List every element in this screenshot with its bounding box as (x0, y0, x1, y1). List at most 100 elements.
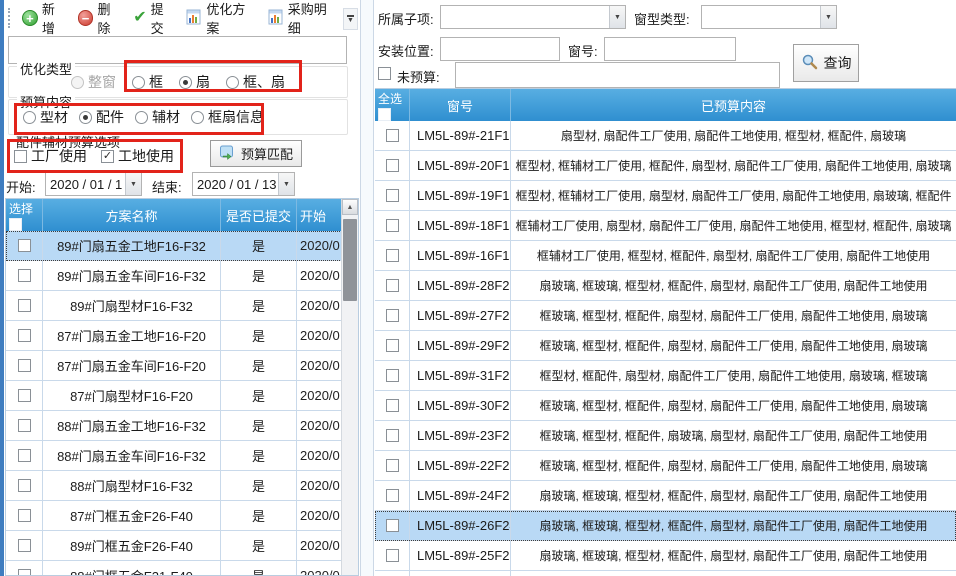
budget-content-radio[interactable]: 辅材 (135, 107, 180, 127)
optimize-type-radio[interactable]: 扇 (179, 72, 210, 92)
panel-splitter[interactable] (360, 0, 374, 576)
window-row[interactable]: LM5L-89#-27F25 框玻璃, 框型材, 框配件, 扇型材, 扇配件工厂… (375, 301, 956, 331)
plan-row[interactable]: 88#门扇型材F16-F32 是 2020/0 (6, 471, 358, 501)
row-checkbox[interactable] (386, 309, 399, 322)
row-checkbox[interactable] (18, 569, 31, 576)
row-checkbox[interactable] (386, 519, 399, 532)
window-row[interactable]: LM5L-89#-19F17 框型材, 框辅材工厂使用, 扇型材, 扇配件工厂使… (375, 181, 956, 211)
window-row[interactable]: LM5L-89#-22F20 框玻璃, 框型材, 框配件, 扇型材, 扇配件工厂… (375, 451, 956, 481)
scroll-thumb[interactable] (343, 219, 357, 301)
optimize-plan-button[interactable]: 优化方案 (181, 0, 262, 40)
window-row[interactable]: LM5L-89#-30F28 框玻璃, 框型材, 框配件, 扇型材, 扇配件工厂… (375, 391, 956, 421)
row-checkbox[interactable] (386, 279, 399, 292)
toolbar-grip[interactable] (8, 8, 13, 28)
usage-checkbox[interactable]: 工厂使用 (14, 146, 87, 166)
plan-row[interactable]: 87#门扇型材F16-F20 是 2020/0 (6, 381, 358, 411)
no-budget-input[interactable] (455, 62, 780, 88)
delete-button[interactable]: − 删除 (73, 0, 129, 40)
window-row[interactable]: LM5L-89#-31F29 框型材, 框配件, 扇型材, 扇配件工厂使用, 扇… (375, 361, 956, 391)
row-checkbox[interactable] (18, 389, 31, 402)
row-select-cell (6, 261, 43, 291)
plan-name-column-header[interactable]: 方案名称 (43, 199, 221, 231)
select-all-column-header: 全选 (375, 89, 410, 121)
row-checkbox[interactable] (386, 429, 399, 442)
plan-table-scrollbar[interactable]: ▲ (341, 199, 358, 575)
budget-content-radio[interactable]: 配件 (79, 107, 124, 127)
row-checkbox[interactable] (386, 129, 399, 142)
budget-match-button[interactable]: 预算匹配 (210, 140, 302, 167)
plan-row[interactable]: 89#门框五金F26-F40 是 2020/0 (6, 531, 358, 561)
window-row[interactable]: LM5L-89#-26F24 扇玻璃, 框玻璃, 框型材, 框配件, 扇型材, … (375, 511, 956, 541)
optimize-type-radio[interactable]: 框 (132, 72, 163, 92)
row-checkbox[interactable] (18, 509, 31, 522)
plan-name-cell: 87#门扇五金车间F16-F20 (43, 351, 221, 381)
row-checkbox[interactable] (18, 269, 31, 282)
window-row[interactable]: LM5L-89#-23F21 框玻璃, 框型材, 框配件, 扇玻璃, 扇型材, … (375, 421, 956, 451)
row-checkbox[interactable] (18, 449, 31, 462)
row-checkbox[interactable] (386, 159, 399, 172)
query-button[interactable]: 查询 (793, 44, 859, 82)
new-button[interactable]: + 新增 (17, 0, 73, 40)
row-checkbox[interactable] (386, 549, 399, 562)
window-row[interactable]: LM5L-89#-20F18 框型材, 框辅材工厂使用, 框配件, 扇型材, 扇… (375, 151, 956, 181)
submit-button[interactable]: ✔ 提交 (128, 0, 181, 40)
window-row[interactable]: LM5L-89#-28F26 扇玻璃, 框玻璃, 框型材, 框配件, 扇型材, … (375, 271, 956, 301)
submit-button-label: 提交 (151, 0, 177, 37)
budget-content-radio[interactable]: 框扇信息 (191, 107, 264, 127)
window-row[interactable]: LM5L-89#-29F27 框玻璃, 框型材, 框配件, 扇型材, 扇配件工厂… (375, 331, 956, 361)
window-row[interactable]: LM5L-89#-24F22 扇玻璃, 框玻璃, 框型材, 框配件, 扇型材, … (375, 481, 956, 511)
window-row[interactable]: LM5L-89#-25F23 扇玻璃, 框玻璃, 框型材, 框配件, 扇型材, … (375, 541, 956, 571)
row-checkbox[interactable] (386, 369, 399, 382)
row-checkbox[interactable] (386, 339, 399, 352)
scroll-up-button[interactable]: ▲ (342, 199, 358, 215)
row-checkbox[interactable] (386, 459, 399, 472)
window-type-label: 窗型类型: (634, 9, 690, 28)
plan-row[interactable]: 88#门扇五金工地F16-F32 是 2020/0 (6, 411, 358, 441)
row-checkbox[interactable] (386, 399, 399, 412)
plan-row[interactable]: 87#门扇五金工地F16-F20 是 2020/0 (6, 321, 358, 351)
optimize-type-radio[interactable]: 整窗 (71, 72, 116, 92)
row-checkbox[interactable] (18, 299, 31, 312)
submitted-column-header[interactable]: 是否已提交 (221, 199, 297, 231)
plan-row[interactable]: 88#门扇五金车间F16-F32 是 2020/0 (6, 441, 358, 471)
toolbar-overflow-button[interactable]: ▼ (343, 8, 358, 30)
row-checkbox[interactable] (18, 239, 31, 252)
optimize-plan-label: 优化方案 (206, 0, 257, 37)
row-checkbox[interactable] (18, 539, 31, 552)
window-type-select[interactable]: ▼ (701, 5, 837, 29)
row-checkbox[interactable] (18, 419, 31, 432)
plan-row[interactable]: 87#门扇五金车间F16-F20 是 2020/0 (6, 351, 358, 381)
row-checkbox[interactable] (386, 219, 399, 232)
window-no-column-header[interactable]: 窗号 (410, 89, 511, 121)
end-date-picker[interactable]: 2020 / 01 / 13 ▼ (192, 172, 295, 196)
row-checkbox[interactable] (18, 479, 31, 492)
chevron-down-icon[interactable]: ▼ (125, 173, 141, 195)
plan-row[interactable]: 87#门框五金F26-F40 是 2020/0 (6, 501, 358, 531)
row-checkbox[interactable] (18, 359, 31, 372)
window-row[interactable]: LM5L-89#-21F19 扇型材, 扇配件工厂使用, 扇配件工地使用, 框型… (375, 121, 956, 151)
sub-item-select[interactable]: ▼ (440, 5, 626, 29)
row-checkbox[interactable] (386, 189, 399, 202)
window-row[interactable]: LM5L-89#-18F16 框辅材工厂使用, 扇型材, 扇配件工厂使用, 扇配… (375, 211, 956, 241)
usage-checkbox[interactable]: 工地使用 (101, 146, 174, 166)
start-column-header[interactable]: 开始 (297, 199, 343, 231)
chevron-down-icon[interactable]: ▼ (820, 6, 836, 28)
select-all-checkbox[interactable] (9, 218, 22, 231)
start-date-picker[interactable]: 2020 / 01 / 1 ▼ (45, 172, 142, 196)
window-row[interactable]: LM5L-89#-16F15 框辅材工厂使用, 框型材, 框配件, 扇型材, 扇… (375, 241, 956, 271)
plan-row[interactable]: 88#门框五金F21-F40 是 2020/0 (6, 561, 358, 576)
no-budget-checkbox[interactable] (378, 67, 391, 80)
optimize-type-radio[interactable]: 框、扇 (226, 72, 285, 92)
chevron-down-icon[interactable]: ▼ (609, 6, 625, 28)
window-no-input[interactable] (604, 37, 736, 61)
plan-row[interactable]: 89#门扇五金工地F16-F32 是 2020/0 (6, 231, 358, 261)
plan-row[interactable]: 89#门扇型材F16-F32 是 2020/0 (6, 291, 358, 321)
chevron-down-icon[interactable]: ▼ (278, 173, 294, 195)
row-checkbox[interactable] (386, 249, 399, 262)
install-position-input[interactable] (440, 37, 560, 61)
plan-row[interactable]: 89#门扇五金车间F16-F32 是 2020/0 (6, 261, 358, 291)
select-all-checkbox[interactable] (378, 108, 391, 121)
row-checkbox[interactable] (386, 489, 399, 502)
budget-content-column-header[interactable]: 已预算内容 (511, 89, 956, 121)
row-checkbox[interactable] (18, 329, 31, 342)
